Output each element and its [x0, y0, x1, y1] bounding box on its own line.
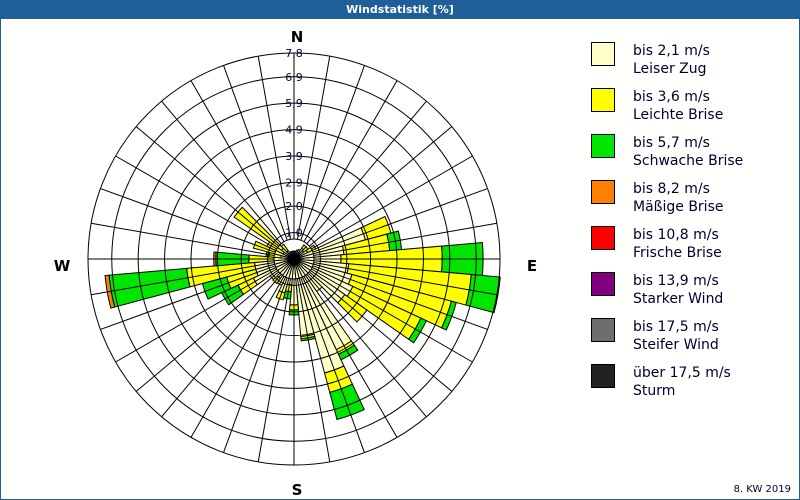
legend-description: Steifer Wind	[633, 337, 719, 353]
legend-speed: bis 2,1 m/s	[633, 43, 710, 59]
legend-speed: bis 3,6 m/s	[633, 89, 710, 105]
grid-spoke	[161, 100, 282, 245]
legend-item: bis 10,8 m/s Frische Brise	[591, 226, 722, 261]
legend-item: bis 17,5 m/s Steifer Wind	[591, 318, 719, 353]
radial-tick-label: 7,8	[285, 47, 303, 60]
legend-item: bis 2,1 m/s Leiser Zug	[591, 42, 710, 77]
radial-tick-label: 2,9	[285, 176, 303, 189]
legend: bis 2,1 m/s Leiser Zug bis 3,6 m/s Leichte …	[591, 42, 743, 399]
legend-speed: bis 17,5 m/s	[633, 319, 719, 335]
week-label: 8. KW 2019	[733, 484, 791, 495]
grid-spoke	[91, 222, 275, 257]
windrose-chart: 1,0 2,0 2,9 3,9 4,9 5,9 6,9 7,8 N E S W bis 2,1…	[54, 28, 744, 499]
legend-description: Mäßige Brise	[633, 199, 723, 215]
radial-tick-label: 3,9	[285, 150, 303, 163]
compass-east: E	[527, 257, 537, 275]
legend-item: bis 8,2 m/s Mäßige Brise	[591, 180, 723, 215]
legend-item: bis 13,9 m/s Starker Wind	[591, 272, 723, 307]
compass-west: W	[54, 257, 71, 275]
legend-speed: bis 5,7 m/s	[633, 135, 710, 151]
legend-item: über 17,5 m/s Sturm	[591, 364, 731, 399]
legend-speed: bis 13,9 m/s	[633, 273, 719, 289]
legend-description: Frische Brise	[633, 245, 722, 261]
grid-spoke	[306, 100, 427, 245]
legend-description: Leichte Brise	[633, 107, 723, 123]
compass-north: N	[291, 28, 304, 46]
wedge-100-bis-5-7-m-s	[465, 273, 501, 314]
legend-item: bis 3,6 m/s Leichte Brise	[591, 88, 723, 123]
legend-speed: bis 10,8 m/s	[633, 227, 719, 243]
legend-description: Leiser Zug	[633, 61, 707, 77]
legend-swatch	[591, 364, 615, 388]
legend-speed: bis 8,2 m/s	[633, 181, 710, 197]
radial-tick-label: 1,0	[285, 227, 303, 240]
legend-description: Sturm	[633, 383, 675, 399]
grid-spoke	[257, 278, 292, 462]
legend-description: Schwache Brise	[633, 153, 743, 169]
legend-description: Starker Wind	[633, 291, 723, 307]
center-hub	[290, 255, 298, 263]
compass-south: S	[292, 481, 303, 499]
radial-tick-label: 2,0	[285, 200, 303, 213]
legend-swatch	[591, 134, 615, 158]
legend-item: bis 5,7 m/s Schwache Brise	[591, 134, 743, 169]
grid-spoke	[135, 126, 280, 247]
radial-tick-label: 5,9	[285, 97, 303, 110]
legend-swatch	[591, 318, 615, 342]
radial-tick-label: 4,9	[285, 124, 303, 137]
legend-swatch	[591, 226, 615, 250]
legend-speed: über 17,5 m/s	[633, 365, 731, 381]
legend-swatch	[591, 180, 615, 204]
legend-swatch	[591, 88, 615, 112]
grid-spoke	[161, 273, 282, 418]
radial-tick-label: 6,9	[285, 71, 303, 84]
legend-swatch	[591, 42, 615, 66]
legend-swatch	[591, 272, 615, 296]
windrose-panel: Windstatistik [%] 1,0 2,0 2,9 3,9 4,9 5,9 6,9 7…	[0, 0, 800, 500]
